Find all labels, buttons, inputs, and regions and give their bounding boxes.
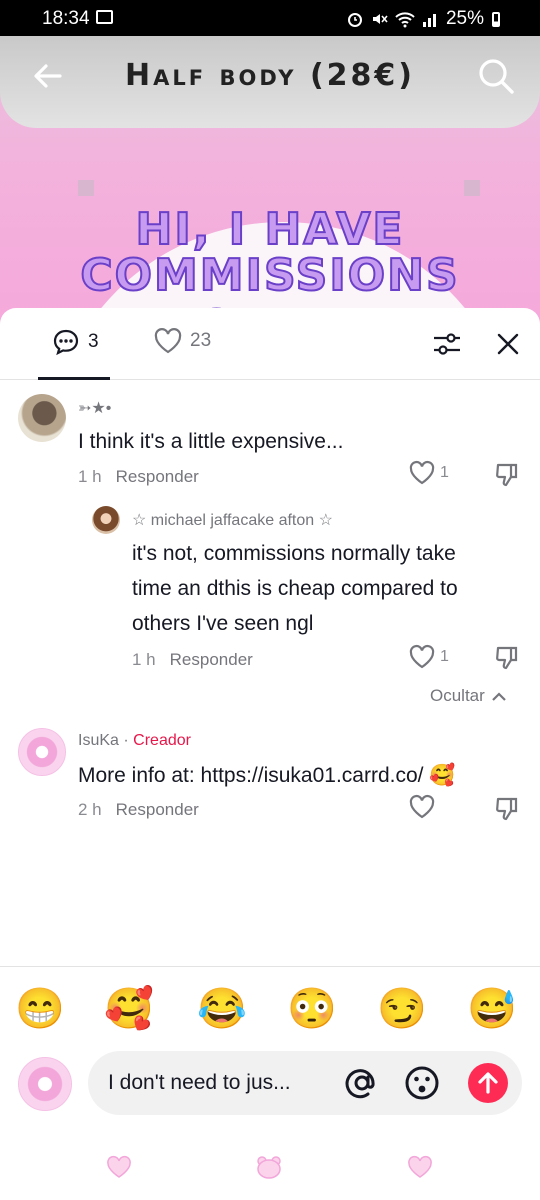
comment-meta: 1 h Responder xyxy=(78,467,199,487)
comment-text: it's not, commissions normally take xyxy=(132,542,456,565)
emoji-picker-icon[interactable] xyxy=(404,1065,440,1101)
emoji-button[interactable]: 🥰 xyxy=(103,983,155,1035)
comment-text: More info at: https://isuka01.carrd.co/ … xyxy=(78,764,456,787)
reply-button[interactable]: Responder xyxy=(116,467,199,487)
gallery-notification-icon xyxy=(96,10,113,24)
video-preview[interactable]: HI, I HAVE COMMISSIONS OPEN Half body (2… xyxy=(0,36,540,336)
like-count: 1 xyxy=(440,648,449,665)
filter-sliders-icon[interactable] xyxy=(432,330,462,358)
signal-icon xyxy=(422,14,436,27)
emoji-button[interactable]: 😅 xyxy=(466,983,518,1035)
promo-text-line1: HI, I HAVE xyxy=(135,203,405,256)
separator: · xyxy=(123,732,134,749)
avatar[interactable] xyxy=(92,506,120,534)
comment-text: others I've seen ngl xyxy=(132,612,314,635)
like-button[interactable] xyxy=(408,794,436,820)
page-title: Half body (28€) xyxy=(125,58,415,93)
header: Half body (28€) xyxy=(0,36,540,128)
send-button[interactable] xyxy=(468,1063,508,1103)
comment-time: 1 h xyxy=(132,650,156,669)
decoration xyxy=(464,180,480,196)
heart-outline-icon xyxy=(409,644,435,669)
avatar[interactable] xyxy=(18,728,66,776)
mute-icon xyxy=(372,14,388,24)
emoji-button[interactable]: 😁 xyxy=(14,983,66,1035)
status-icons: 25% xyxy=(346,8,500,30)
bear-decoration-icon xyxy=(257,1156,281,1179)
user-avatar xyxy=(18,1057,72,1111)
search-icon[interactable] xyxy=(476,56,516,96)
battery-icon xyxy=(492,11,500,27)
likes-count: 23 xyxy=(190,330,212,351)
tab-likes[interactable]: 23 xyxy=(154,328,211,354)
reply-button[interactable]: Responder xyxy=(170,650,253,670)
like-button[interactable]: 1 xyxy=(408,644,449,670)
heart-outline-icon xyxy=(409,460,435,485)
like-count: 1 xyxy=(440,464,449,481)
close-icon[interactable] xyxy=(494,330,522,358)
tab-comments[interactable]: 3 xyxy=(52,328,99,356)
dislike-icon[interactable] xyxy=(494,645,520,671)
decoration xyxy=(78,180,94,196)
comment-username[interactable]: ☆ michael jaffacake afton ☆ xyxy=(132,510,333,530)
hide-replies-button[interactable]: Ocultar xyxy=(430,686,507,706)
emoji-button[interactable]: 😳 xyxy=(286,983,338,1035)
emoji-button[interactable]: 😂 xyxy=(196,983,248,1035)
status-time: 18:34 xyxy=(42,8,90,29)
dislike-icon[interactable] xyxy=(494,796,520,822)
status-bar: 18:34 25% xyxy=(0,0,540,36)
like-button[interactable]: 1 xyxy=(408,460,449,486)
heart-icon xyxy=(154,328,182,354)
chevron-up-icon xyxy=(492,692,506,701)
hide-replies-label: Ocultar xyxy=(430,686,485,705)
comment-username[interactable]: ➳★• xyxy=(78,398,111,418)
comment-username-row: IsuKa · Creador xyxy=(78,732,191,750)
comment-input-text: I don't need to jus... xyxy=(108,1071,291,1094)
heart-decoration-icon xyxy=(107,1155,131,1178)
comment-time: 1 h xyxy=(78,467,102,486)
creator-badge: Creador xyxy=(133,732,191,749)
mention-at-icon[interactable] xyxy=(344,1065,380,1101)
wifi-icon xyxy=(395,12,415,28)
comment-meta: 2 h Responder xyxy=(78,800,199,820)
comment-time: 2 h xyxy=(78,800,102,819)
comment-meta: 1 h Responder xyxy=(132,650,253,670)
alarm-icon xyxy=(347,13,362,27)
heart-outline-icon xyxy=(409,794,435,819)
comment-text: I think it's a little expensive... xyxy=(78,430,344,453)
battery-percent: 25% xyxy=(445,8,484,29)
avatar[interactable] xyxy=(18,394,66,442)
comment-username[interactable]: IsuKa xyxy=(78,732,119,749)
comment-bubble-icon xyxy=(53,329,79,356)
comment-text: time an dthis is cheap compared to xyxy=(132,577,458,600)
arrow-up-icon xyxy=(478,1072,498,1094)
emoji-button[interactable]: 😏 xyxy=(376,983,428,1035)
comment-input[interactable]: I don't need to jus... xyxy=(88,1051,522,1115)
reply-button[interactable]: Responder xyxy=(116,800,199,820)
heart-decoration-icon xyxy=(408,1155,432,1178)
comments-count: 3 xyxy=(88,331,99,352)
quick-emoji-bar: 😁 🥰 😂 😳 😏 😅 xyxy=(0,983,540,1035)
comment-composer: 😁 🥰 😂 😳 😏 😅 I don't need to jus... xyxy=(0,966,540,1200)
tab-active-indicator xyxy=(38,377,110,380)
comments-tabs: 3 23 xyxy=(0,308,540,380)
dislike-icon[interactable] xyxy=(494,462,520,488)
